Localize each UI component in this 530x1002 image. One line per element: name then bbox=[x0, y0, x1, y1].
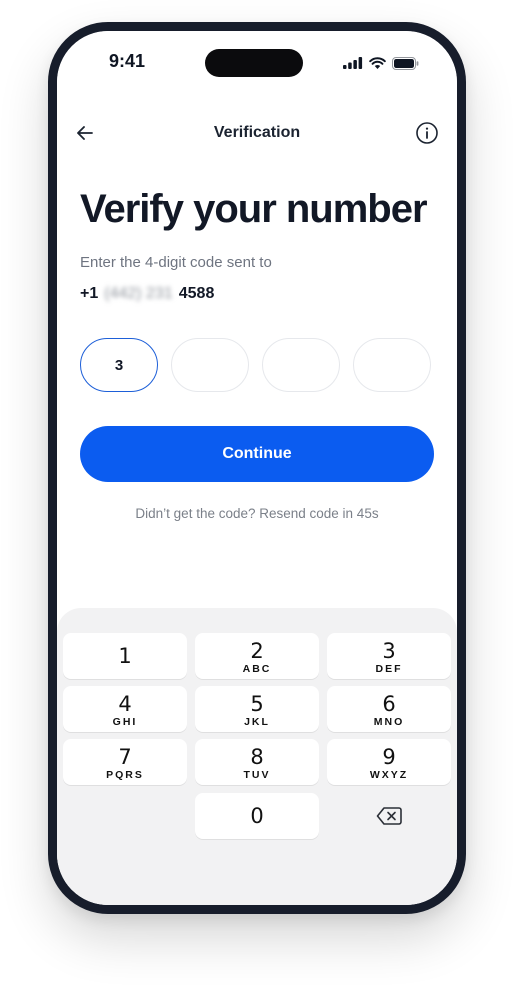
key-4[interactable]: 4 GHI bbox=[63, 686, 187, 732]
key-9[interactable]: 9 WXYZ bbox=[327, 739, 451, 785]
key-5-number: 5 bbox=[250, 692, 264, 716]
key-0-number: 0 bbox=[250, 804, 264, 828]
status-bar: 9:41 bbox=[57, 31, 457, 101]
key-8[interactable]: 8 TUV bbox=[195, 739, 319, 785]
code-input-2[interactable] bbox=[171, 338, 249, 392]
key-1-number: 1 bbox=[118, 644, 132, 668]
key-7-number: 7 bbox=[118, 745, 132, 769]
info-button[interactable] bbox=[415, 121, 439, 145]
key-7-letters: PQRS bbox=[106, 769, 144, 781]
instruction-text: Enter the 4-digit code sent to bbox=[80, 254, 272, 271]
key-3[interactable]: 3 DEF bbox=[327, 633, 451, 679]
key-9-number: 9 bbox=[382, 745, 396, 769]
backspace-icon bbox=[376, 807, 402, 825]
phone-masked-digits: (442) 231 bbox=[104, 285, 173, 302]
key-3-letters: DEF bbox=[375, 663, 403, 675]
key-7[interactable]: 7 PQRS bbox=[63, 739, 187, 785]
info-icon bbox=[416, 122, 438, 144]
code-input-1[interactable]: 3 bbox=[80, 338, 158, 392]
key-2-number: 2 bbox=[250, 639, 264, 663]
key-9-letters: WXYZ bbox=[369, 769, 409, 781]
key-3-number: 3 bbox=[382, 639, 396, 663]
code-input-4[interactable] bbox=[353, 338, 431, 392]
cellular-signal-icon bbox=[343, 57, 363, 69]
key-1[interactable]: 1 bbox=[63, 633, 187, 679]
resend-code-text[interactable]: Didn’t get the code? Resend code in 45s bbox=[57, 506, 457, 521]
phone-suffix: 4588 bbox=[178, 285, 215, 302]
key-2[interactable]: 2 ABC bbox=[195, 633, 319, 679]
key-6[interactable]: 6 MNO bbox=[327, 686, 451, 732]
battery-icon bbox=[392, 56, 419, 70]
nav-title: Verification bbox=[213, 124, 301, 141]
backspace-key[interactable] bbox=[327, 793, 451, 839]
code-input-3[interactable] bbox=[262, 338, 340, 392]
phone-screen: 9:41 Verification Verify your number Ent… bbox=[57, 31, 457, 905]
nav-bar: Verification bbox=[57, 113, 457, 153]
key-2-letters: ABC bbox=[242, 663, 272, 675]
key-4-letters: GHI bbox=[112, 716, 138, 728]
wifi-icon bbox=[369, 57, 386, 69]
status-icons bbox=[343, 56, 419, 70]
key-5[interactable]: 5 JKL bbox=[195, 686, 319, 732]
key-0[interactable]: 0 bbox=[195, 793, 319, 839]
key-6-number: 6 bbox=[382, 692, 396, 716]
key-6-letters: MNO bbox=[373, 716, 405, 728]
status-time: 9:41 bbox=[109, 51, 146, 71]
phone-prefix: +1 bbox=[80, 285, 99, 302]
dynamic-island bbox=[205, 49, 303, 77]
key-5-letters: JKL bbox=[244, 716, 270, 728]
key-4-number: 4 bbox=[118, 692, 132, 716]
page-title: Verify your number bbox=[80, 187, 428, 231]
code-input-row: 3 bbox=[80, 338, 434, 394]
key-8-number: 8 bbox=[250, 745, 264, 769]
numeric-keypad: 1 2 ABC 3 DEF 4 GHI 5 JKL 6 MNO 7 PQRS 8… bbox=[57, 608, 457, 905]
key-8-letters: TUV bbox=[243, 769, 271, 781]
continue-button[interactable]: Continue bbox=[80, 426, 434, 482]
phone-frame: 9:41 Verification Verify your number Ent… bbox=[48, 22, 466, 914]
phone-number: +1 (442) 231 4588 bbox=[80, 285, 214, 303]
